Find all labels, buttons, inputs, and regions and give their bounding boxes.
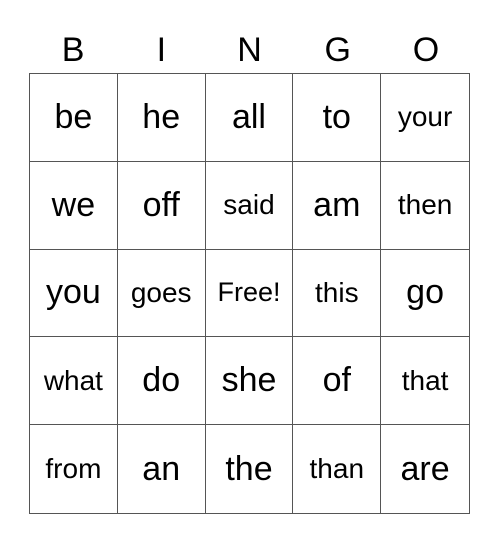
header-letter-g: G: [324, 31, 351, 69]
bingo-cell[interactable]: to: [293, 74, 382, 162]
bingo-cell[interactable]: goes: [117, 249, 206, 338]
bingo-cell[interactable]: of: [293, 337, 382, 426]
bingo-cell[interactable]: from: [30, 425, 118, 513]
bingo-cell[interactable]: are: [381, 425, 469, 513]
bingo-cell[interactable]: he: [117, 74, 206, 162]
bingo-cell[interactable]: what: [30, 337, 118, 426]
bingo-cell[interactable]: be: [30, 74, 118, 162]
header-letter-i: I: [156, 31, 167, 69]
bingo-cell[interactable]: she: [205, 337, 294, 426]
bingo-cell[interactable]: than: [293, 425, 382, 513]
bingo-cell[interactable]: we: [30, 161, 118, 250]
header-letter-b: B: [61, 31, 85, 69]
bingo-cell[interactable]: do: [117, 337, 206, 426]
bingo-cell[interactable]: go: [381, 250, 469, 338]
header-letter-n: N: [237, 31, 262, 69]
header-letter-o: O: [412, 31, 440, 69]
bingo-cell[interactable]: am: [293, 161, 382, 250]
bingo-cell[interactable]: you: [30, 249, 118, 338]
bingo-cell[interactable]: off: [117, 161, 206, 250]
bingo-cell[interactable]: this: [293, 249, 382, 338]
bingo-cell[interactable]: then: [381, 162, 469, 250]
bingo-cell[interactable]: that: [381, 337, 469, 426]
bingo-cell[interactable]: the: [206, 425, 294, 513]
bingo-cell[interactable]: all: [205, 74, 294, 162]
bingo-cell[interactable]: your: [381, 74, 469, 162]
bingo-header: B I N G O: [29, 28, 470, 72]
free-space-cell[interactable]: Free!: [205, 249, 294, 338]
bingo-cell[interactable]: said: [205, 161, 294, 250]
bingo-card: be he all to your we off said am then you goes Free!…: [29, 73, 470, 514]
bingo-cell[interactable]: an: [118, 425, 206, 513]
